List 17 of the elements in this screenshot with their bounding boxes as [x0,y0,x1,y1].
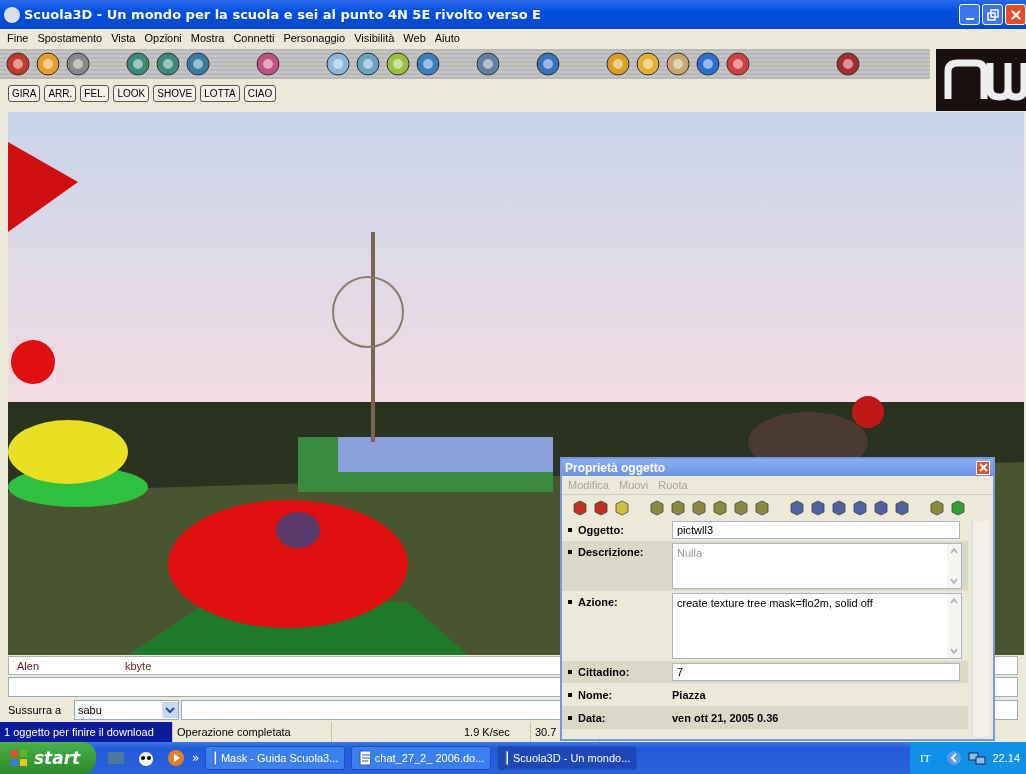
field-label: Data: [568,709,672,724]
list-cell: Alen [17,659,40,672]
field-label: Cittadino: [568,663,672,678]
whisper-label: Sussurra a [8,703,63,716]
field-label: Azione: [568,593,672,608]
list-cell: kbyte [125,659,152,672]
window-title: Scuola3D - Un mondo per la scuola e sei al punto 4N 5E rivolto verso E [24,7,542,23]
status-text: Operazione completata [173,722,332,742]
field-value: Piazza [672,688,706,701]
field-label: Oggetto: [568,521,672,536]
status-text: 1.9 K/sec [460,722,531,742]
clock: 22.14 [992,752,1020,764]
field-label: Descrizione: [568,543,672,558]
field-value: ven ott 21, 2005 0.36 [672,711,779,724]
status-text: 1 oggetto per finire il download [0,722,173,742]
field-label: Nome: [568,686,672,701]
dialog-title: Proprietà oggetto [565,460,665,475]
